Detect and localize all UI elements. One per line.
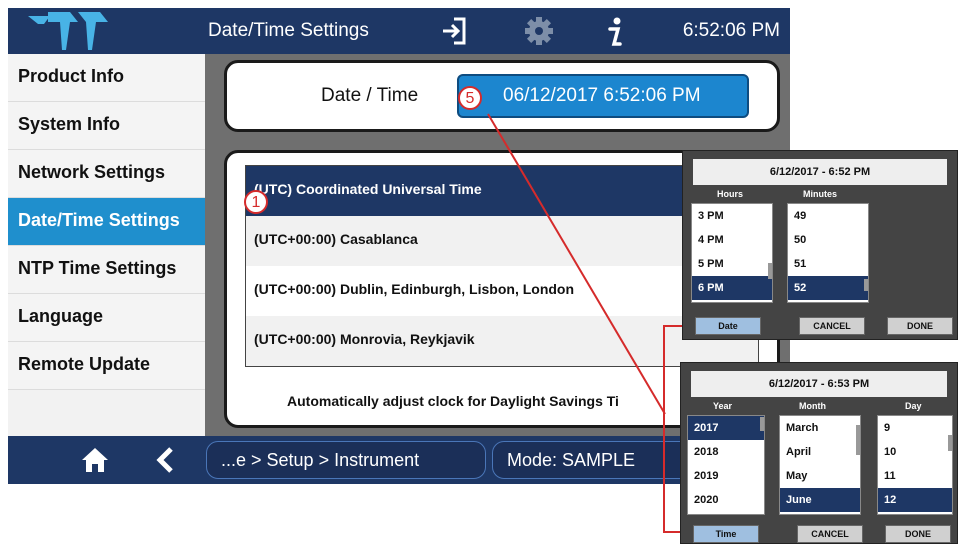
bottom-bar: ...e > Setup > Instrument Mode: SAMPLE <box>8 436 790 484</box>
hours-scrollbar[interactable] <box>768 263 772 279</box>
year-option[interactable]: 2019 <box>688 464 764 488</box>
time-picker-popup: 6/12/2017 - 6:52 PM Hours Minutes 3 PM 4… <box>682 150 958 340</box>
date-picker-title: 6/12/2017 - 6:53 PM <box>691 371 947 397</box>
year-list[interactable]: 2017 2018 2019 2020 <box>687 415 765 515</box>
home-icon[interactable] <box>80 446 110 474</box>
hour-option[interactable]: 5 PM <box>692 252 772 276</box>
hour-option[interactable]: 3 PM <box>692 204 772 228</box>
hours-list[interactable]: 3 PM 4 PM 5 PM 6 PM <box>691 203 773 303</box>
clock: 6:52:06 PM <box>682 20 780 41</box>
sidebar-item-system-info[interactable]: System Info <box>8 102 205 150</box>
sidebar-item-network-settings[interactable]: Network Settings <box>8 150 205 198</box>
callout-marker-1: 1 <box>244 190 268 214</box>
year-scrollbar[interactable] <box>760 417 764 431</box>
year-option[interactable]: 2020 <box>688 488 764 512</box>
month-header: Month <box>799 401 826 411</box>
sidebar-item-date-time-settings[interactable]: Date/Time Settings <box>8 198 205 246</box>
day-option[interactable]: 11 <box>878 464 952 488</box>
exit-icon[interactable] <box>440 16 468 46</box>
month-option[interactable]: June <box>780 488 860 512</box>
time-button[interactable]: Time <box>693 525 759 543</box>
teledyne-logo <box>28 12 108 50</box>
year-header: Year <box>713 401 733 411</box>
month-list[interactable]: March April May June <box>779 415 861 515</box>
instrument-screen: Date/Time Settings 6:52:06 PM Product In… <box>8 8 790 484</box>
gear-icon[interactable] <box>524 16 554 46</box>
sidebar-item-language[interactable]: Language <box>8 294 205 342</box>
minutes-list[interactable]: 49 50 51 52 <box>787 203 869 303</box>
month-option[interactable]: April <box>780 440 860 464</box>
day-scrollbar[interactable] <box>948 435 952 451</box>
date-picker-popup: 6/12/2017 - 6:53 PM Year Month Day 2017 … <box>680 362 958 544</box>
day-option[interactable]: 9 <box>878 416 952 440</box>
month-scrollbar[interactable] <box>856 425 860 455</box>
day-header: Day <box>905 401 922 411</box>
back-icon[interactable] <box>154 446 176 474</box>
callout-marker-5: 5 <box>458 86 482 110</box>
minutes-scrollbar[interactable] <box>864 279 868 291</box>
sidebar-item-product-info[interactable]: Product Info <box>8 54 205 102</box>
minute-option[interactable]: 52 <box>788 276 868 300</box>
top-bar: Date/Time Settings 6:52:06 PM <box>8 8 790 54</box>
date-time-button[interactable]: 06/12/2017 6:52:06 PM <box>457 74 749 118</box>
month-option[interactable]: March <box>780 416 860 440</box>
sidebar-item-remote-update[interactable]: Remote Update <box>8 342 205 390</box>
page-title: Date/Time Settings <box>208 20 369 41</box>
hour-option[interactable]: 4 PM <box>692 228 772 252</box>
day-list[interactable]: 9 10 11 12 <box>877 415 953 515</box>
done-button[interactable]: DONE <box>885 525 951 543</box>
date-time-card: Date / Time 06/12/2017 6:52:06 PM <box>224 60 780 132</box>
hours-header: Hours <box>717 189 744 199</box>
minute-option[interactable]: 51 <box>788 252 868 276</box>
date-time-label: Date / Time <box>321 85 419 106</box>
dst-checkbox-label[interactable]: Automatically adjust clock for Daylight … <box>287 393 619 409</box>
info-icon[interactable] <box>604 16 626 48</box>
sidebar-item-ntp-time-settings[interactable]: NTP Time Settings <box>8 246 205 294</box>
cancel-button[interactable]: CANCEL <box>797 525 863 543</box>
time-picker-title: 6/12/2017 - 6:52 PM <box>693 159 947 185</box>
sidebar: Product Info System Info Network Setting… <box>8 54 205 436</box>
cancel-button[interactable]: CANCEL <box>799 317 865 335</box>
date-button[interactable]: Date <box>695 317 761 335</box>
minute-option[interactable]: 49 <box>788 204 868 228</box>
month-option[interactable]: May <box>780 464 860 488</box>
minute-option[interactable]: 50 <box>788 228 868 252</box>
minutes-header: Minutes <box>803 189 838 199</box>
day-option[interactable]: 12 <box>878 488 952 512</box>
done-button[interactable]: DONE <box>887 317 953 335</box>
hour-option[interactable]: 6 PM <box>692 276 772 300</box>
breadcrumb[interactable]: ...e > Setup > Instrument <box>206 441 486 479</box>
day-option[interactable]: 10 <box>878 440 952 464</box>
mode-indicator: Mode: SAMPLE <box>492 441 692 479</box>
year-option[interactable]: 2018 <box>688 440 764 464</box>
year-option[interactable]: 2017 <box>688 416 764 440</box>
